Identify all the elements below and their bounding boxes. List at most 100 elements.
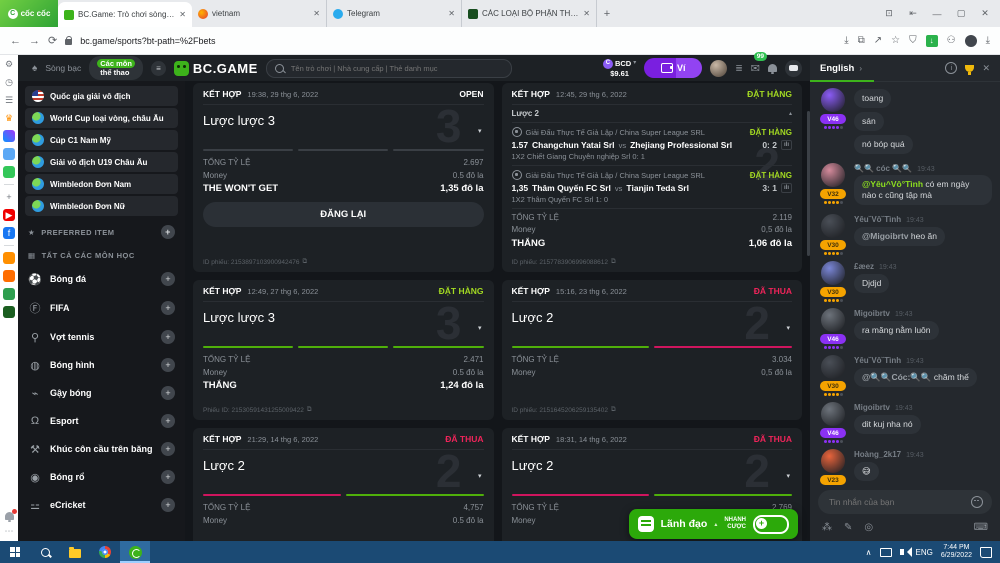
input-language[interactable]: ENG <box>916 548 933 557</box>
trophy-icon[interactable] <box>965 65 974 72</box>
wallet-button[interactable]: Ví <box>644 58 702 78</box>
add-preferred-button[interactable]: + <box>161 225 175 239</box>
network-icon[interactable] <box>880 548 892 557</box>
pin-tab-icon[interactable]: ⇤ <box>902 0 924 27</box>
profile-icon[interactable] <box>965 35 977 47</box>
sidebar-league-item[interactable]: Wimbledon Đơn Nữ <box>25 196 178 216</box>
pencil-icon[interactable]: ✎ <box>844 522 852 533</box>
bet-card[interactable]: KẾT HỢP19:38, 29 thg 6, 2022OPENLược lượ… <box>193 83 494 272</box>
cart-icon[interactable] <box>3 270 15 282</box>
chat-username[interactable]: Migoibrtv <box>854 309 890 318</box>
chat-input[interactable] <box>827 496 965 508</box>
stats-icon[interactable]: ılı <box>781 183 792 193</box>
bookmark-star-icon[interactable]: ☆ <box>891 35 900 46</box>
sidebar-sport-item[interactable]: ⒻFIFA+ <box>18 293 185 323</box>
translate-icon[interactable]: ⧉ <box>858 35 865 46</box>
bet-title-row[interactable]: Lược 22▾ <box>512 302 793 346</box>
sidebar-sport-item[interactable]: ⚒Khúc côn cầu trên băng+ <box>18 435 185 463</box>
forward-button[interactable]: → <box>29 35 40 47</box>
sidebar-sport-item[interactable]: ⚽Bóng đá+ <box>18 265 185 293</box>
bet-title-row[interactable]: Lược 22▾ <box>203 450 484 494</box>
add-sidebar-icon[interactable]: + <box>3 191 15 203</box>
history-icon[interactable]: ◷ <box>3 76 15 88</box>
chat-username[interactable]: £æez <box>854 262 874 271</box>
youtube-icon[interactable]: ▶ <box>3 209 15 221</box>
all-sports-row[interactable]: ▦ TẤT CẢ CÁC MÔN HỌC <box>18 244 185 265</box>
file-explorer-icon[interactable] <box>60 541 90 563</box>
caret-down-icon[interactable]: ▾ <box>786 472 790 480</box>
close-button[interactable]: ✕ <box>974 0 996 27</box>
save-page-icon[interactable]: ⤓ <box>844 35 848 46</box>
sidebar-league-item[interactable]: World Cup loại vòng, châu Âu <box>25 108 178 128</box>
game-search[interactable] <box>266 59 512 78</box>
bet-card[interactable]: KẾT HỢP21:29, 14 thg 6, 2022ĐÃ THUALược … <box>193 428 494 541</box>
bet-title-row[interactable]: Lược 22▾ <box>512 450 793 494</box>
zalo-icon[interactable] <box>3 148 15 160</box>
coccoc-brand[interactable]: C cốc cốc <box>0 0 58 27</box>
sidebar-sport-item[interactable]: ⚲Vợt tennis+ <box>18 323 185 351</box>
reader-mode-icon[interactable]: ⊡ <box>878 0 900 27</box>
avatar[interactable] <box>821 261 845 285</box>
minimize-button[interactable]: — <box>926 0 948 27</box>
match-row[interactable]: Giải Đấu Thực Tế Giả Lập / China Super L… <box>512 166 793 209</box>
extensions-icon[interactable]: ⚇ <box>947 35 956 46</box>
avatar[interactable] <box>821 163 845 187</box>
caret-down-icon[interactable]: ▾ <box>478 127 482 135</box>
downloads-tray-icon[interactable]: ⤓ <box>986 35 990 46</box>
copy-icon[interactable]: ⧉ <box>611 406 616 414</box>
tab-close-icon[interactable]: ✕ <box>448 9 455 18</box>
messages-button[interactable]: ✉ 99 <box>751 59 760 77</box>
bet-title-row[interactable]: Lược lược 33▾ <box>203 105 484 149</box>
calendar-icon[interactable] <box>3 252 15 264</box>
browser-tab[interactable]: CÁC LOẠI BỘ PHẬN THỂ TH✕ <box>462 0 597 27</box>
user-avatar[interactable] <box>710 60 727 77</box>
bet-card[interactable]: KẾT HỢP15:16, 23 thg 6, 2022ĐÃ THUALược … <box>502 280 803 420</box>
newsfeed-icon[interactable]: ☰ <box>3 94 15 106</box>
expand-sport-button[interactable]: + <box>161 498 175 512</box>
chat-username[interactable]: Hoàng_2k17 <box>854 450 901 459</box>
avatar[interactable] <box>821 214 845 238</box>
bcgame-logo[interactable]: BC.GAME <box>174 61 258 76</box>
games-icon[interactable] <box>3 166 15 178</box>
back-button[interactable]: ← <box>10 35 21 47</box>
rebet-button[interactable]: ĐĂNG LẠI <box>203 202 484 227</box>
avatar[interactable] <box>821 355 845 379</box>
education-icon[interactable] <box>3 306 15 318</box>
caret-down-icon[interactable]: ▾ <box>478 324 482 332</box>
browser-tab[interactable]: BC.Game: Trò chơi sòng bạc✕ <box>58 2 192 27</box>
coccoc-taskbar-icon[interactable] <box>120 541 150 563</box>
avatar[interactable] <box>821 308 845 332</box>
banking-icon[interactable] <box>3 288 15 300</box>
caret-down-icon[interactable]: ▾ <box>478 472 482 480</box>
settings-icon[interactable]: ⚙ <box>3 58 15 70</box>
language-selector[interactable]: English <box>820 63 854 74</box>
browser-tab[interactable]: vietnam✕ <box>192 0 327 27</box>
stats-icon[interactable]: ılı <box>781 140 792 150</box>
keyboard-icon[interactable]: ⌨ <box>974 522 988 533</box>
messenger-icon[interactable] <box>3 130 15 142</box>
caret-down-icon[interactable]: ▾ <box>786 324 790 332</box>
action-center-icon[interactable] <box>980 547 992 558</box>
expand-sport-button[interactable]: + <box>161 470 175 484</box>
menu-hamburger-icon[interactable]: ≡ <box>151 61 166 76</box>
sidebar-league-item[interactable]: Cúp C1 Nam Mỹ <box>25 130 178 150</box>
bet-card[interactable]: KẾT HỢP12:45, 29 thg 6, 2022ĐẶT HÀNGLược… <box>502 83 803 272</box>
chat-username[interactable]: Yêu˘Vô˘Tình <box>854 215 901 224</box>
maximize-button[interactable]: ▢ <box>950 0 972 27</box>
bet-title-row[interactable]: Lược lược 33▾ <box>203 302 484 346</box>
coin-rain-icon[interactable]: ⁂ <box>822 522 832 533</box>
avatar[interactable] <box>821 449 845 473</box>
ssl-lock-icon[interactable] <box>65 39 72 45</box>
sidebar-sport-item[interactable]: ⚍eCricket+ <box>18 491 185 519</box>
coccoc-download-icon[interactable]: ↓ <box>926 35 938 47</box>
bet-subrow[interactable]: Lược 2▴ <box>512 105 793 123</box>
close-chat-icon[interactable]: ✕ <box>982 63 990 74</box>
tab-close-icon[interactable]: ✕ <box>583 9 590 18</box>
url-text[interactable]: bc.game/sports?bt-path=%2Fbets <box>80 36 836 46</box>
reload-button[interactable]: ⟳ <box>48 34 57 47</box>
casino-tab-label[interactable]: Sòng bạc <box>45 63 81 73</box>
start-button[interactable] <box>0 541 30 563</box>
chat-input-box[interactable] <box>818 490 992 514</box>
caret-up-icon[interactable]: ▴ <box>789 110 792 117</box>
facebook-icon[interactable]: f <box>3 227 15 239</box>
